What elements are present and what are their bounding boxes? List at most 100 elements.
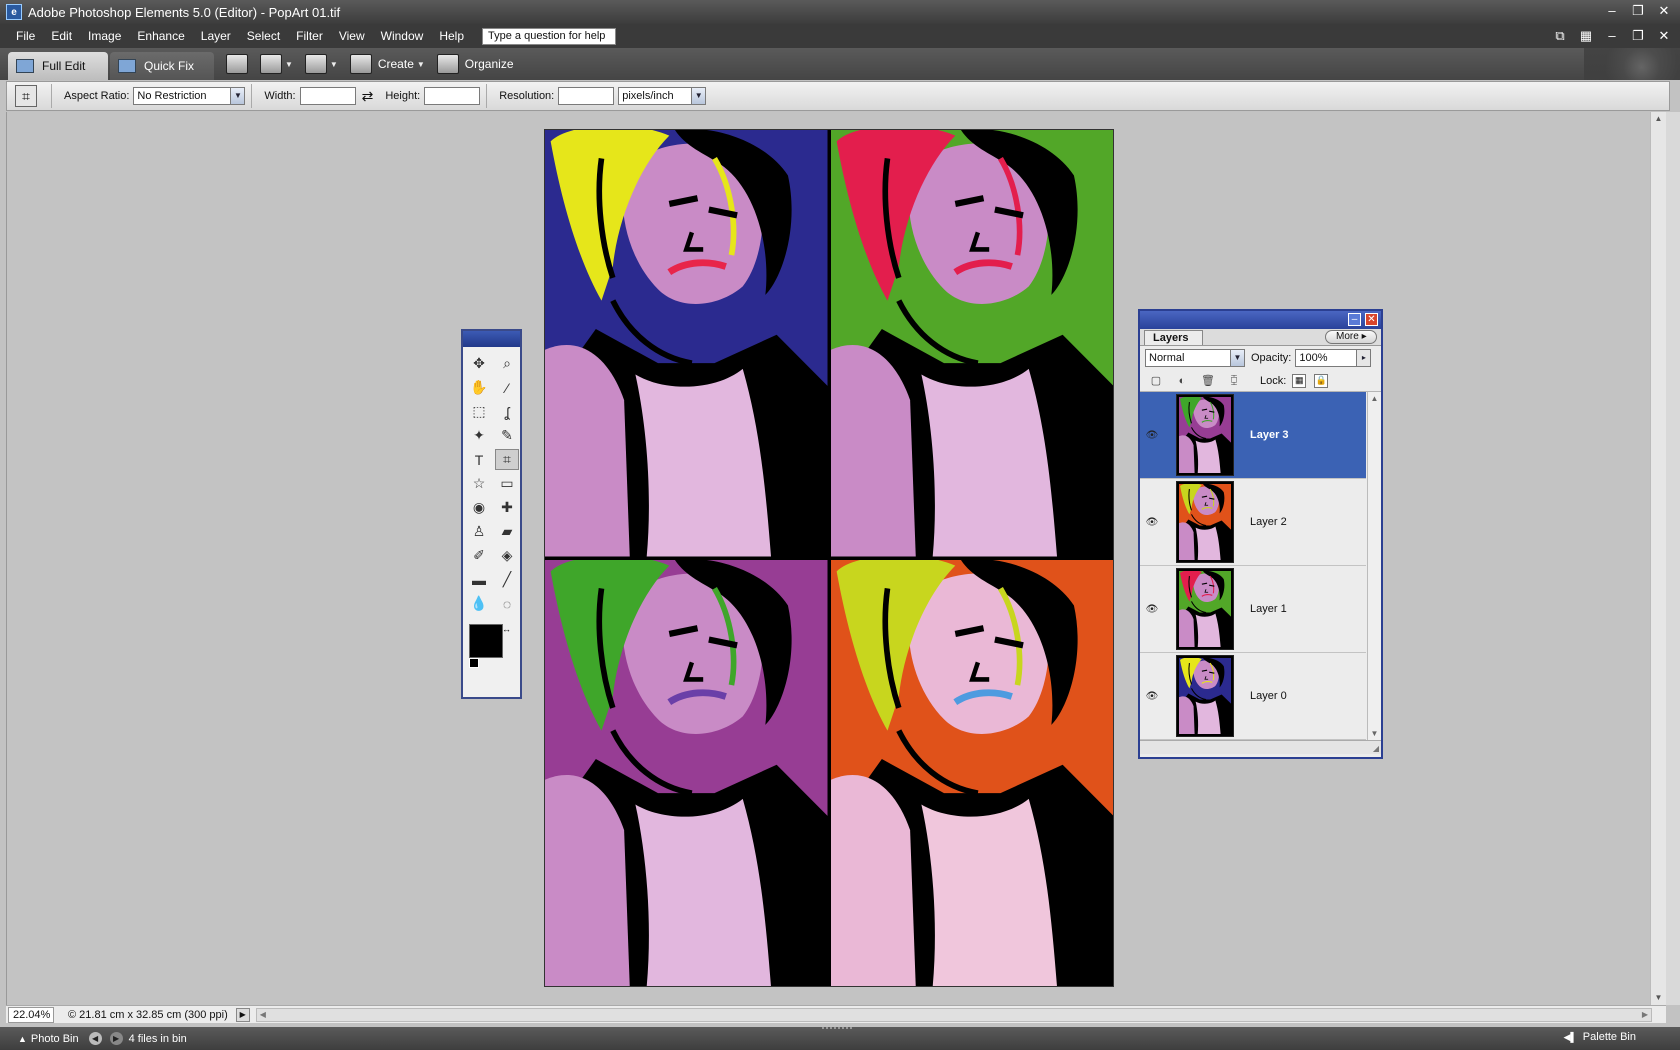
photo-bin-button[interactable]: Photo Bin [31, 1033, 79, 1045]
type-tool-icon[interactable]: T [467, 449, 491, 470]
chevron-down-icon[interactable]: ▼ [285, 60, 293, 69]
zoom-level-field[interactable]: 22.04% [8, 1007, 54, 1023]
crop-options-icon[interactable]: ⌗ [15, 85, 37, 107]
new-layer-icon[interactable]: ▢ [1148, 373, 1164, 389]
marquee-tool-icon[interactable]: ⬚ [467, 401, 491, 422]
visibility-eye-icon[interactable]: 👁 [1140, 430, 1164, 441]
menu-help[interactable]: Help [431, 29, 472, 43]
layer-row[interactable]: 👁Layer 2 [1140, 479, 1366, 566]
menu-layer[interactable]: Layer [193, 29, 239, 43]
more-button[interactable]: More ▸ [1325, 330, 1377, 344]
chevron-down-icon[interactable]: ▼ [330, 60, 338, 69]
help-search-input[interactable]: Type a question for help [482, 28, 616, 45]
restore-button[interactable]: ❐ [1630, 3, 1646, 19]
doc-restore-button[interactable]: ❐ [1630, 28, 1646, 44]
minimize-button[interactable]: – [1604, 3, 1620, 19]
tab-full-edit[interactable]: Full Edit [8, 52, 108, 80]
bin-resize-grip[interactable] [822, 1027, 852, 1033]
palette-close-button[interactable]: ✕ [1365, 313, 1378, 326]
layer-row[interactable]: 👁Layer 3 [1140, 392, 1366, 479]
organize-button[interactable]: Organize [465, 57, 514, 71]
menu-file[interactable]: File [8, 29, 43, 43]
menu-select[interactable]: Select [239, 29, 288, 43]
menu-filter[interactable]: Filter [288, 29, 331, 43]
height-field[interactable] [424, 87, 480, 105]
next-photo-icon[interactable]: ▶ [110, 1032, 123, 1045]
lock-all-icon[interactable]: 🔒 [1314, 374, 1328, 388]
straighten-tool-icon[interactable]: ▭ [495, 473, 519, 494]
delete-layer-icon[interactable]: 🗑 [1200, 373, 1216, 389]
horizontal-scrollbar[interactable]: ◀ ▶ [256, 1008, 1652, 1022]
brush-tool-icon[interactable]: ✐ [467, 545, 491, 566]
tab-quick-fix[interactable]: Quick Fix [110, 52, 214, 80]
link-layers-icon[interactable]: ⧮ [1226, 373, 1242, 389]
red-eye-tool-icon[interactable]: ◉ [467, 497, 491, 518]
clone-stamp-tool-icon[interactable]: ♙ [467, 521, 491, 542]
opacity-field[interactable]: 100% ▸ [1295, 349, 1371, 367]
line-tool-icon[interactable]: ╱ [495, 569, 519, 590]
lasso-tool-icon[interactable]: ʆ [495, 401, 519, 422]
gradient-tool-icon[interactable]: ▬ [467, 569, 491, 590]
default-colors-icon[interactable] [469, 658, 479, 668]
menu-image[interactable]: Image [80, 29, 129, 43]
layer-row[interactable]: 👁Layer 1 [1140, 566, 1366, 653]
scroll-down-icon[interactable]: ▼ [1368, 729, 1381, 738]
scroll-up-icon[interactable]: ▲ [1651, 112, 1666, 126]
share-icon[interactable] [305, 54, 327, 74]
magic-wand-tool-icon[interactable]: ✦ [467, 425, 491, 446]
swap-colors-icon[interactable]: ↔ [502, 624, 511, 634]
paint-bucket-tool-icon[interactable]: ◈ [495, 545, 519, 566]
create-button[interactable]: Create [378, 57, 414, 71]
vertical-scrollbar[interactable]: ▲ ▼ [1650, 112, 1666, 1005]
scroll-up-icon[interactable]: ▲ [1368, 394, 1381, 403]
toolbox-title-bar[interactable] [463, 331, 520, 347]
visibility-eye-icon[interactable]: 👁 [1140, 691, 1164, 702]
create-icon[interactable] [350, 54, 372, 74]
adjustment-layer-icon[interactable]: ◐ [1174, 373, 1190, 389]
resolution-units-select[interactable]: pixels/inch ▼ [618, 87, 706, 105]
foreground-color-swatch[interactable] [469, 624, 503, 658]
chevron-down-icon[interactable]: ▼ [417, 60, 425, 69]
doc-minimize-button[interactable]: – [1604, 28, 1620, 44]
organize-icon[interactable] [437, 54, 459, 74]
visibility-eye-icon[interactable]: 👁 [1140, 604, 1164, 615]
move-tool-icon[interactable]: ✥ [467, 353, 491, 374]
width-field[interactable] [300, 87, 356, 105]
menu-window[interactable]: Window [373, 29, 432, 43]
photo-bin-toggle-icon[interactable]: ▲ [18, 1034, 27, 1044]
tab-layers[interactable]: Layers [1144, 330, 1203, 345]
swap-dimensions-icon[interactable]: ⇄ [362, 88, 374, 105]
zoom-tool-icon[interactable]: ⌕ [495, 353, 519, 374]
eraser-tool-icon[interactable]: ▰ [495, 521, 519, 542]
eyedropper-tool-icon[interactable]: ⁄ [495, 377, 519, 398]
close-button[interactable]: ✕ [1656, 3, 1672, 19]
healing-brush-tool-icon[interactable]: ✚ [495, 497, 519, 518]
sponge-tool-icon[interactable]: ◌ [495, 593, 519, 614]
document-canvas[interactable] [544, 129, 1114, 987]
palette-minimize-button[interactable]: – [1348, 313, 1361, 326]
blend-mode-select[interactable]: Normal ▼ [1145, 349, 1245, 367]
scroll-down-icon[interactable]: ▼ [1651, 991, 1666, 1005]
blur-tool-icon[interactable]: 💧 [467, 593, 491, 614]
menu-enhance[interactable]: Enhance [129, 29, 192, 43]
tile-icon[interactable]: ▦ [1578, 28, 1594, 44]
chevron-right-icon[interactable]: ▸ [1356, 350, 1370, 366]
print-icon[interactable] [226, 54, 248, 74]
menu-view[interactable]: View [331, 29, 373, 43]
resolution-field[interactable] [558, 87, 614, 105]
resize-grip-icon[interactable]: ◢ [1373, 744, 1379, 753]
menu-edit[interactable]: Edit [43, 29, 80, 43]
scroll-right-icon[interactable]: ▶ [1642, 1009, 1648, 1021]
palette-bin-button[interactable]: ◀▌ Palette Bin [1563, 1031, 1636, 1043]
scroll-left-icon[interactable]: ◀ [260, 1009, 266, 1021]
previous-photo-icon[interactable]: ◀ [89, 1032, 102, 1045]
crop-tool-icon[interactable]: ⌗ [495, 449, 519, 470]
doc-close-button[interactable]: ✕ [1656, 28, 1672, 44]
visibility-eye-icon[interactable]: 👁 [1140, 517, 1164, 528]
layers-scrollbar[interactable]: ▲ ▼ [1367, 392, 1381, 740]
cascade-icon[interactable]: ⧉ [1552, 28, 1568, 44]
aspect-ratio-select[interactable]: No Restriction ▼ [133, 87, 245, 105]
hand-tool-icon[interactable]: ✋ [467, 377, 491, 398]
status-menu-icon[interactable]: ▶ [236, 1008, 250, 1022]
layers-title-bar[interactable]: – ✕ [1140, 311, 1381, 329]
